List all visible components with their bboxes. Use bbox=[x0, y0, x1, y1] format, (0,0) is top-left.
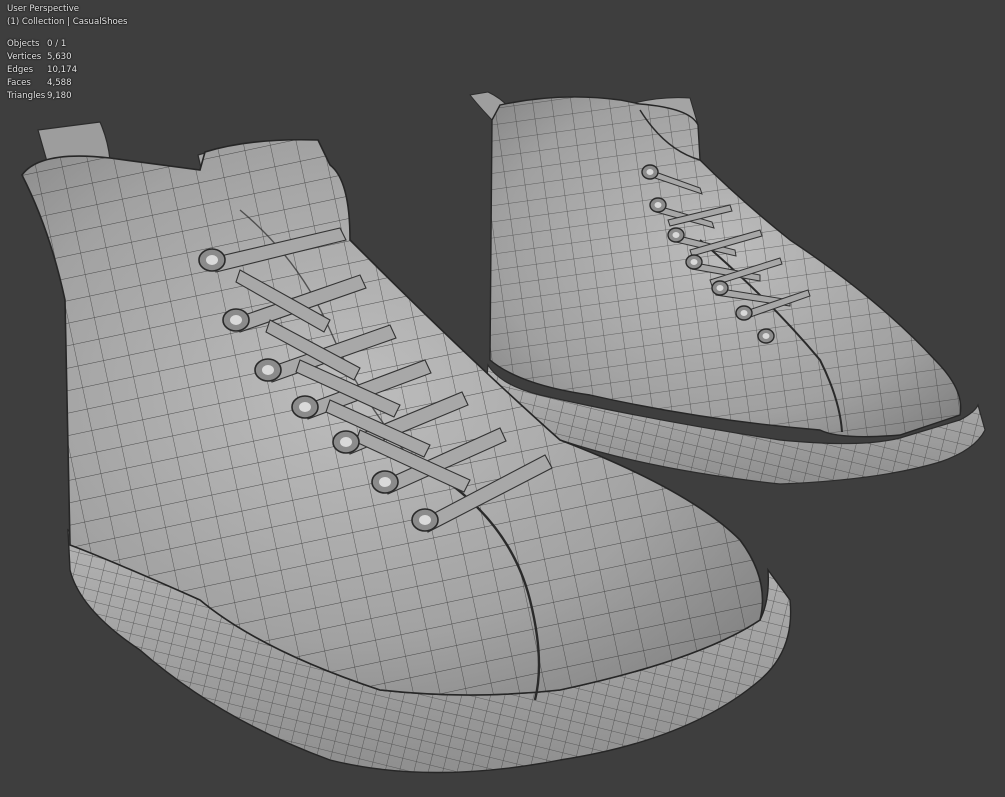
3d-viewport[interactable]: User Perspective (1) Collection | Casual… bbox=[0, 0, 1005, 797]
stat-row-triangles: Triangles 9,180 bbox=[7, 90, 128, 103]
collection-label: (1) Collection | CasualShoes bbox=[7, 17, 128, 27]
stat-label: Triangles bbox=[7, 91, 46, 101]
stat-value: 4,588 bbox=[47, 78, 72, 88]
stat-value: 0 / 1 bbox=[47, 39, 67, 49]
stat-value: 9,180 bbox=[47, 91, 72, 101]
right-shoe[interactable] bbox=[469, 80, 990, 485]
stat-label: Faces bbox=[7, 78, 31, 88]
scene-statistics: Objects 0 / 1 Vertices 5,630 Edges 10,17… bbox=[7, 38, 128, 103]
stat-row-vertices: Vertices 5,630 bbox=[7, 51, 128, 64]
stat-label: Objects bbox=[7, 39, 40, 49]
stat-value: 10,174 bbox=[47, 65, 78, 75]
shoe-mesh-render[interactable] bbox=[0, 0, 1005, 797]
view-name-label: User Perspective bbox=[7, 4, 80, 14]
viewport-text-overlay: User Perspective (1) Collection | Casual… bbox=[7, 3, 128, 103]
stat-label: Vertices bbox=[7, 52, 42, 62]
stat-row-edges: Edges 10,174 bbox=[7, 64, 128, 77]
stat-label: Edges bbox=[7, 65, 34, 75]
stat-value: 5,630 bbox=[47, 52, 72, 62]
stat-row-objects: Objects 0 / 1 bbox=[7, 38, 128, 51]
stat-row-faces: Faces 4,588 bbox=[7, 77, 128, 90]
